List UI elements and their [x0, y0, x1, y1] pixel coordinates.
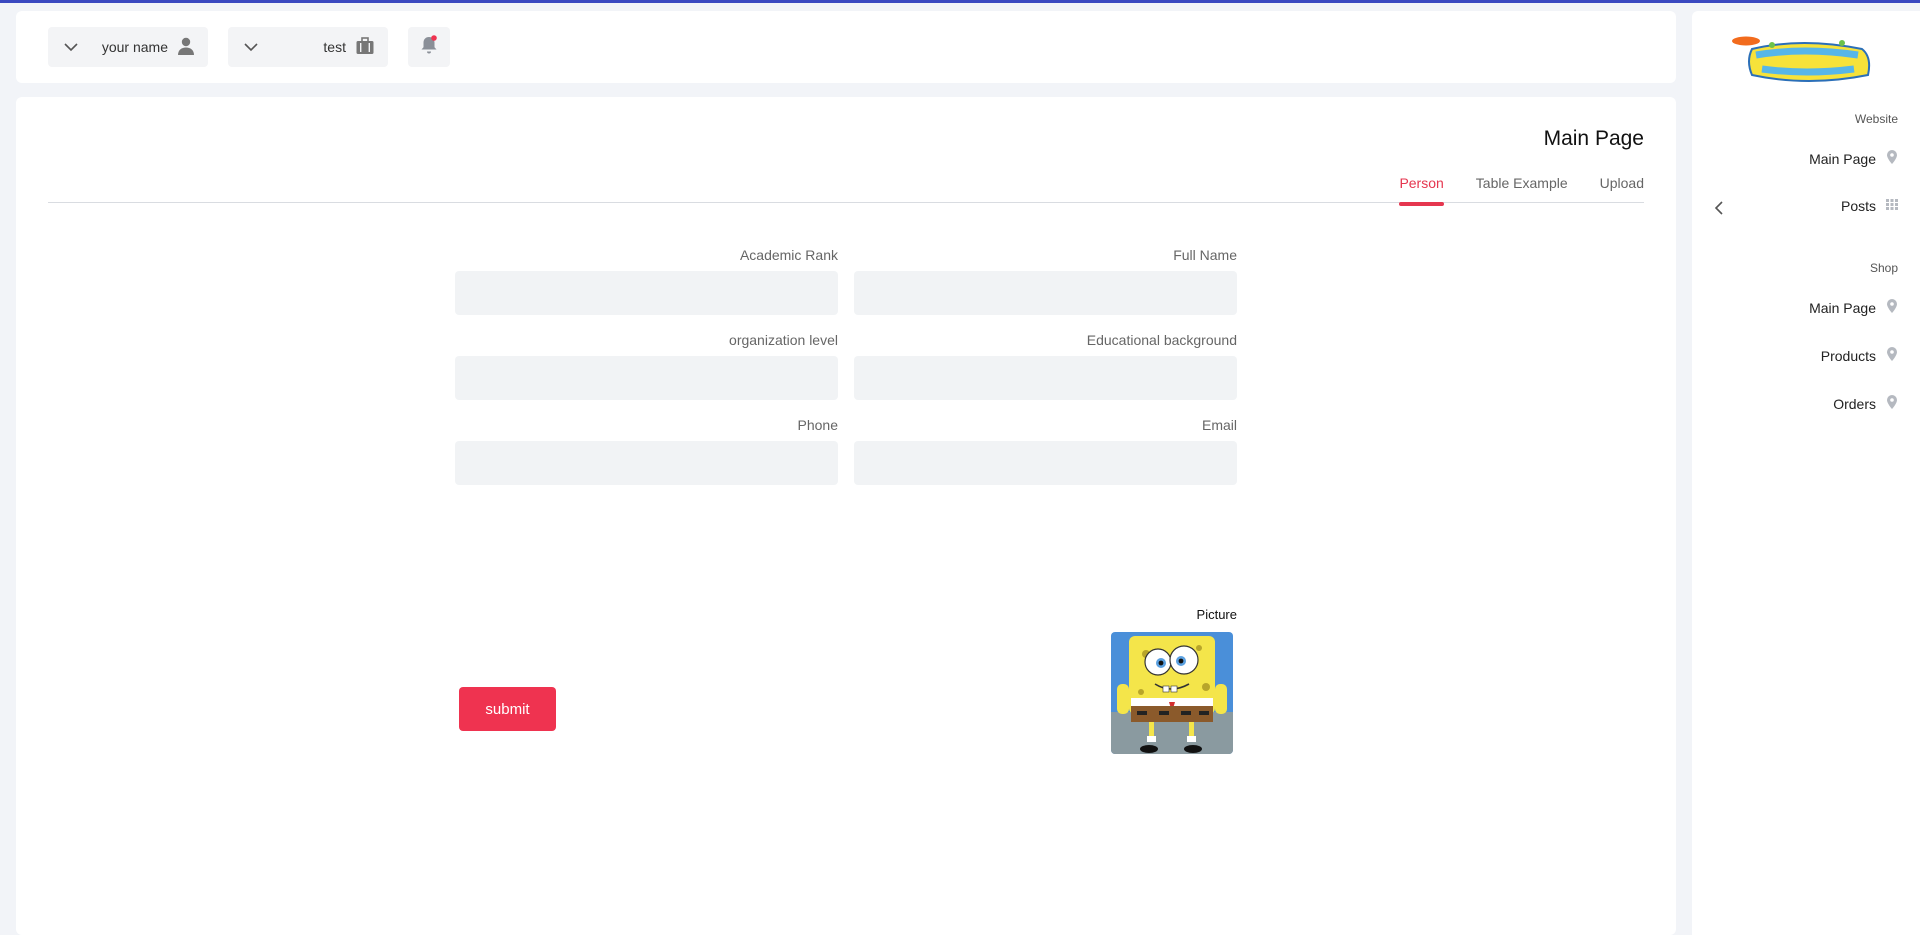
- notifications-button[interactable]: [408, 27, 450, 67]
- academic-rank-label: Academic Rank: [739, 247, 838, 263]
- sidebar-item-website-main-page[interactable]: Main Page: [1809, 150, 1898, 167]
- tab-person[interactable]: Person: [1399, 175, 1445, 206]
- sidebar-item-label: Main Page: [1809, 299, 1876, 316]
- section-heading-shop: Shop: [1869, 261, 1898, 275]
- educational-background-input[interactable]: [854, 356, 1237, 400]
- sidebar-item-orders[interactable]: Orders: [1833, 395, 1898, 412]
- full-name-input[interactable]: [854, 271, 1237, 315]
- picture-field: Picture: [1105, 607, 1237, 754]
- picture-upload-preview[interactable]: [1111, 632, 1233, 754]
- tab-table-example[interactable]: Table Example: [1476, 175, 1568, 203]
- phone-label: Phone: [797, 417, 838, 433]
- spongebob-logo[interactable]: [1732, 35, 1874, 94]
- email-input[interactable]: [854, 441, 1237, 485]
- sidebar-item-products[interactable]: Products: [1821, 347, 1898, 364]
- sidebar-item-label: Posts: [1840, 198, 1876, 214]
- section-heading-website: Website: [1854, 112, 1898, 126]
- phone-input[interactable]: [455, 441, 838, 485]
- sidebar-item-shop-main-page[interactable]: Main Page: [1809, 299, 1898, 316]
- location-pin-icon: [1886, 395, 1898, 412]
- chevron-down-icon: [58, 42, 84, 52]
- picture-label: Picture: [1196, 607, 1237, 622]
- sidebar-item-label: Orders: [1833, 395, 1876, 412]
- organization-level-input[interactable]: [455, 356, 838, 400]
- workspace-dropdown[interactable]: test: [228, 27, 388, 67]
- sidebar-collapse-button[interactable]: [1714, 201, 1723, 220]
- briefcase-icon: [356, 36, 374, 58]
- user-name: your name: [101, 39, 168, 55]
- email-label: Email: [1201, 417, 1237, 433]
- location-pin-icon: [1886, 347, 1898, 364]
- sidebar-item-label: Products: [1820, 347, 1876, 364]
- location-pin-icon: [1886, 299, 1898, 316]
- organization-level-label: organization level: [729, 332, 838, 348]
- character-picture: [1111, 632, 1233, 754]
- submit-button[interactable]: submit: [459, 687, 556, 731]
- sidebar: Website Main Page Posts Shop Main Page P…: [1692, 11, 1920, 935]
- educational-background-label: Educational background: [1086, 332, 1237, 348]
- sidebar-item-label: Main Page: [1809, 150, 1876, 167]
- chevron-down-icon: [238, 42, 264, 52]
- chevron-left-icon: [1714, 201, 1723, 219]
- location-pin-icon: [1886, 150, 1898, 167]
- tab-upload[interactable]: Upload: [1600, 175, 1644, 203]
- workspace-name: test: [323, 39, 346, 55]
- person-form: Academic Rank Full Name organization lev…: [455, 247, 1237, 754]
- sidebar-item-posts[interactable]: Posts: [1841, 198, 1898, 214]
- main-content: Main Page Person Table Example Upload Ac…: [16, 97, 1676, 935]
- academic-rank-input[interactable]: [455, 271, 838, 315]
- page-title: Main Page: [1543, 127, 1644, 150]
- top-bar: your name test: [16, 11, 1676, 83]
- full-name-label: Full Name: [1173, 247, 1237, 263]
- bell-icon: [420, 34, 438, 60]
- tab-bar: Person Table Example Upload: [48, 175, 1644, 206]
- user-icon: [178, 37, 194, 58]
- grid-icon: [1886, 198, 1898, 214]
- user-menu-dropdown[interactable]: your name: [48, 27, 208, 67]
